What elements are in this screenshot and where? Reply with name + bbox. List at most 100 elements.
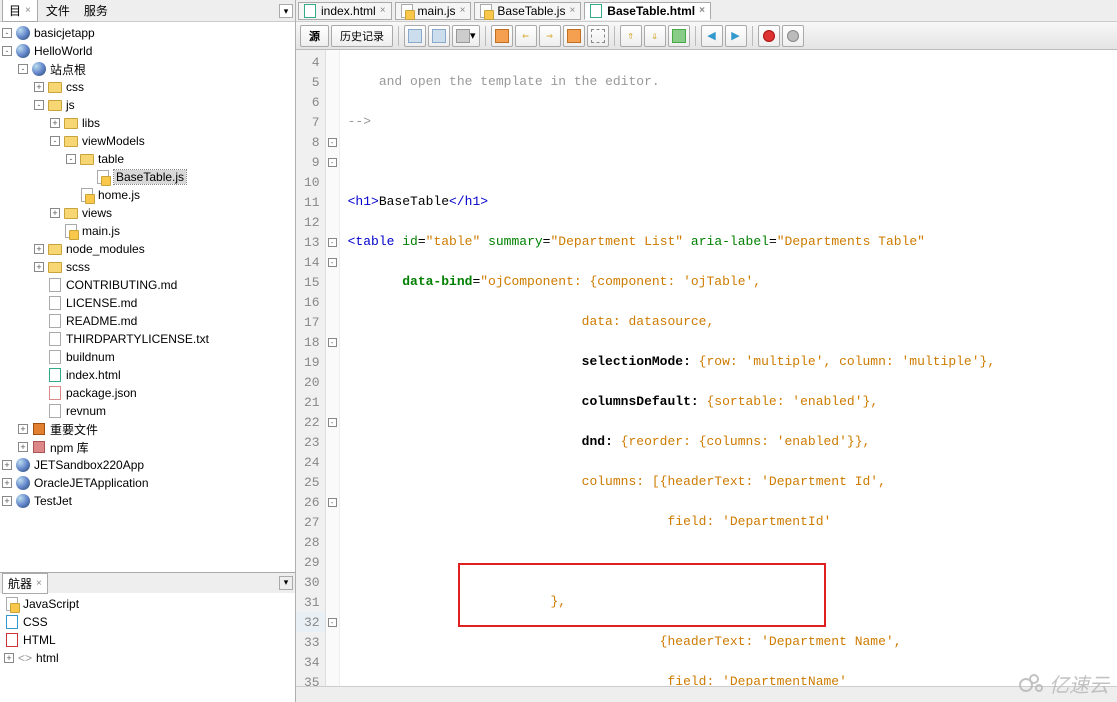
tree-item[interactable]: index.html (66, 368, 121, 382)
tree-item[interactable]: views (82, 206, 112, 220)
fold-toggle-icon[interactable]: - (328, 238, 337, 247)
folder-icon (63, 205, 79, 221)
line-number: 7 (296, 112, 325, 132)
tree-item[interactable]: npm 库 (50, 439, 89, 456)
js-file-icon (79, 187, 95, 203)
close-icon[interactable]: × (699, 5, 705, 16)
fold-toggle-icon[interactable]: - (328, 498, 337, 507)
nav-up-icon[interactable]: ⇑ (620, 25, 642, 47)
tree-item[interactable]: table (98, 152, 124, 166)
editor-tab[interactable]: BaseTable.js× (474, 2, 581, 20)
line-number: 5 (296, 72, 325, 92)
tree-item[interactable]: viewModels (82, 134, 145, 148)
close-icon[interactable]: × (36, 578, 42, 589)
tree-item[interactable]: HelloWorld (34, 44, 92, 58)
file-icon (47, 331, 63, 347)
code-area[interactable]: and open the template in the editor. -->… (340, 50, 1117, 686)
toolbar-icon[interactable] (668, 25, 690, 47)
history-button[interactable]: 历史记录 (331, 25, 393, 47)
indent-right-icon[interactable]: ▶ (725, 25, 747, 47)
tree-item[interactable]: CONTRIBUTING.md (66, 278, 177, 292)
fold-gutter: - - - - - - - - (326, 50, 340, 686)
tree-item[interactable]: basicjetapp (34, 26, 95, 40)
editor-tab-active[interactable]: BaseTable.html× (584, 2, 711, 20)
editor-tab[interactable]: index.html× (298, 2, 392, 20)
tree-item[interactable]: revnum (66, 404, 106, 418)
nav-item[interactable]: HTML (23, 633, 56, 647)
fold-toggle-icon[interactable]: - (328, 418, 337, 427)
fold-toggle-icon[interactable]: - (328, 138, 337, 147)
line-number: 17 (296, 312, 325, 332)
fold-toggle-icon[interactable]: - (328, 158, 337, 167)
horizontal-scrollbar[interactable] (296, 686, 1117, 702)
toolbar-icon[interactable] (491, 25, 513, 47)
file-icon (47, 277, 63, 293)
project-tree[interactable]: -basicjetapp -HelloWorld -站点根 +css -js +… (0, 22, 295, 572)
tree-item[interactable]: buildnum (66, 350, 115, 364)
nav-back-icon[interactable]: ⇐ (515, 25, 537, 47)
tree-item[interactable]: LICENSE.md (66, 296, 137, 310)
indent-left-icon[interactable]: ◀ (701, 25, 723, 47)
close-icon[interactable]: × (569, 5, 575, 16)
navigator-panel: 航器× ▾ JavaScript CSS HTML +<>html (0, 572, 295, 702)
nav-item[interactable]: JavaScript (23, 597, 79, 611)
nav-item[interactable]: html (36, 651, 59, 665)
tab-project[interactable]: 目× (2, 0, 38, 22)
code-editor[interactable]: 4 5 6 7 8 9 10 11 12 13 14 15 16 17 18 1… (296, 50, 1117, 686)
project-icon (15, 475, 31, 491)
project-icon (15, 493, 31, 509)
close-icon[interactable]: × (380, 5, 386, 16)
toolbar-dropdown-icon[interactable]: ▾ (452, 25, 480, 47)
tree-item[interactable]: scss (66, 260, 90, 274)
tree-item[interactable]: home.js (98, 188, 140, 202)
toolbar-icon[interactable] (587, 25, 609, 47)
js-file-icon (63, 223, 79, 239)
js-file-icon (480, 4, 494, 18)
tree-item[interactable]: libs (82, 116, 100, 130)
toolbar-icon[interactable] (404, 25, 426, 47)
globe-icon (31, 61, 47, 77)
project-icon (15, 457, 31, 473)
toolbar-icon[interactable] (563, 25, 585, 47)
folder-icon (47, 79, 63, 95)
close-icon[interactable]: × (460, 5, 466, 16)
panel-menu-icon[interactable]: ▾ (279, 4, 293, 18)
css-icon (4, 614, 20, 630)
fold-toggle-icon[interactable]: - (328, 258, 337, 267)
tab-services[interactable]: 服务 (78, 0, 114, 21)
line-number: 31 (296, 592, 325, 612)
navigator-body: JavaScript CSS HTML +<>html (0, 593, 295, 702)
nav-down-icon[interactable]: ⇓ (644, 25, 666, 47)
line-number: 33 (296, 632, 325, 652)
source-button[interactable]: 源 (300, 25, 329, 47)
nav-forward-icon[interactable]: ⇒ (539, 25, 561, 47)
tree-item[interactable]: node_modules (66, 242, 145, 256)
tree-item[interactable]: JETSandbox220App (34, 458, 144, 472)
tree-item[interactable]: TestJet (34, 494, 72, 508)
tab-navigator[interactable]: 航器× (2, 573, 48, 594)
line-number: 23 (296, 432, 325, 452)
tree-item[interactable]: README.md (66, 314, 137, 328)
toolbar-icon[interactable] (428, 25, 450, 47)
tree-item[interactable]: js (66, 98, 75, 112)
tree-item[interactable]: 重要文件 (50, 421, 98, 438)
tree-item[interactable]: OracleJETApplication (34, 476, 149, 490)
line-number: 29 (296, 552, 325, 572)
stop-icon[interactable] (782, 25, 804, 47)
fold-toggle-icon[interactable]: - (328, 338, 337, 347)
tree-item[interactable]: THIRDPARTYLICENSE.txt (66, 332, 209, 346)
editor-tab[interactable]: main.js× (395, 2, 472, 20)
tree-item[interactable]: package.json (66, 386, 137, 400)
panel-menu-icon[interactable]: ▾ (279, 576, 293, 590)
tab-files[interactable]: 文件 (40, 0, 76, 21)
project-panel: 目× 文件 服务 ▾ -basicjetapp -HelloWorld -站点根… (0, 0, 296, 702)
tree-item[interactable]: main.js (82, 224, 120, 238)
tree-item[interactable]: 站点根 (50, 61, 86, 78)
fold-toggle-icon[interactable]: - (328, 618, 337, 627)
tree-item[interactable]: css (66, 80, 84, 94)
record-icon[interactable] (758, 25, 780, 47)
tree-item-selected[interactable]: BaseTable.js (114, 170, 186, 184)
close-icon[interactable]: × (25, 5, 31, 16)
line-number: 27 (296, 512, 325, 532)
nav-item[interactable]: CSS (23, 615, 48, 629)
